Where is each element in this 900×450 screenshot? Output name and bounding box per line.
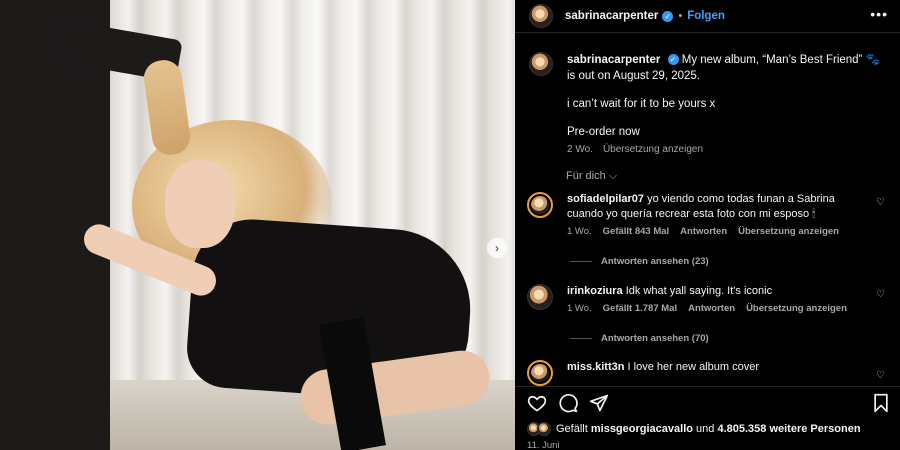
post-header: sabrinacarpenter ✓ • Folgen (529, 3, 889, 29)
post-image[interactable]: › (0, 0, 515, 450)
comment-bubble-icon[interactable] (558, 393, 578, 413)
comment-username[interactable]: irinkoziura (567, 285, 623, 297)
more-options-icon[interactable]: ••• (870, 6, 888, 22)
commenter-avatar[interactable] (527, 284, 553, 310)
replies-line (570, 338, 592, 339)
replies-line (570, 261, 592, 262)
face (165, 160, 235, 248)
share-send-icon[interactable] (589, 393, 609, 413)
header-divider (515, 32, 900, 33)
comment-likes[interactable]: Gefällt 1.787 Mal (603, 303, 677, 314)
comment-item: miss.kitt3n I love her new album cover ♡ (527, 360, 887, 386)
caption-line-2: is out on August 29, 2025. (567, 70, 700, 82)
caption-avatar[interactable] (529, 52, 553, 76)
comment-username[interactable]: sofiadelpilar07 (567, 193, 644, 205)
post-date: 11. Juni (527, 440, 560, 450)
view-replies-button[interactable]: Antworten ansehen (70) (570, 333, 709, 344)
caption-line-4: Pre-order now (567, 126, 640, 138)
likes-prefix: Gefällt (556, 423, 588, 435)
caption-time: 2 Wo. (567, 144, 593, 155)
caption-translate-link[interactable]: Übersetzung anzeigen (603, 144, 703, 155)
comment-translate-link[interactable]: Übersetzung anzeigen (738, 226, 839, 237)
caption-line-3: i can’t wait for it to be yours x (567, 98, 716, 110)
comment-like-heart-icon[interactable]: ♡ (876, 197, 885, 208)
author-avatar[interactable] (529, 4, 553, 28)
reply-button[interactable]: Antworten (680, 226, 727, 237)
commenter-avatar[interactable] (527, 192, 553, 218)
post-info-panel: sabrinacarpenter ✓ • Folgen ••• sabrinac… (515, 0, 900, 450)
for-you-dropdown[interactable]: Für dich ⌵ (566, 170, 617, 183)
liker-avatar[interactable] (537, 422, 551, 436)
comment-item: irinkoziura Idk what yall saying. It's i… (527, 284, 887, 314)
like-heart-icon[interactable] (527, 393, 547, 413)
follow-button[interactable]: Folgen (687, 10, 725, 22)
bookmark-icon[interactable] (871, 393, 891, 413)
reply-button[interactable]: Antworten (688, 303, 735, 314)
comment-time: 1 Wo. (567, 226, 592, 237)
comment-time: 1 Wo. (567, 303, 592, 314)
action-bar (515, 386, 900, 416)
comment-like-heart-icon[interactable]: ♡ (876, 370, 885, 381)
comment-item: sofiadelpilar07 yo viendo como todas fun… (527, 192, 887, 237)
author-username[interactable]: sabrinacarpenter (565, 10, 658, 22)
likes-middle: und (696, 423, 715, 435)
separator-dot: • (678, 10, 683, 22)
comment-translate-link[interactable]: Übersetzung anzeigen (746, 303, 847, 314)
view-replies-label: Antworten ansehen (23) (601, 256, 709, 267)
comment-username[interactable]: miss.kitt3n (567, 361, 624, 373)
caption-username[interactable]: sabrinacarpenter (567, 54, 660, 66)
likes-summary: Gefällt missgeorgiacavallo und 4.805.358… (527, 422, 861, 436)
caption-line-1: My new album, “Man’s Best Friend” 🐾 (681, 54, 880, 66)
comment-text: Idk what yall saying. It's iconic (625, 285, 773, 297)
verified-badge-icon: ✓ (662, 10, 674, 22)
likes-count[interactable]: 4.805.358 weitere Personen (717, 423, 860, 435)
view-replies-label: Antworten ansehen (70) (601, 333, 709, 344)
commenter-avatar[interactable] (527, 360, 553, 386)
comment-likes[interactable]: Gefällt 843 Mal (603, 226, 670, 237)
view-replies-button[interactable]: Antworten ansehen (23) (570, 256, 709, 267)
next-image-button[interactable]: › (487, 238, 507, 258)
comment-text: I love her new album cover (627, 361, 759, 373)
comment-like-heart-icon[interactable]: ♡ (876, 289, 885, 300)
post-caption: sabrinacarpenter ✓ My new album, “Man’s … (529, 52, 884, 155)
liker-username[interactable]: missgeorgiacavallo (591, 423, 693, 435)
verified-badge-icon: ✓ (667, 54, 679, 66)
